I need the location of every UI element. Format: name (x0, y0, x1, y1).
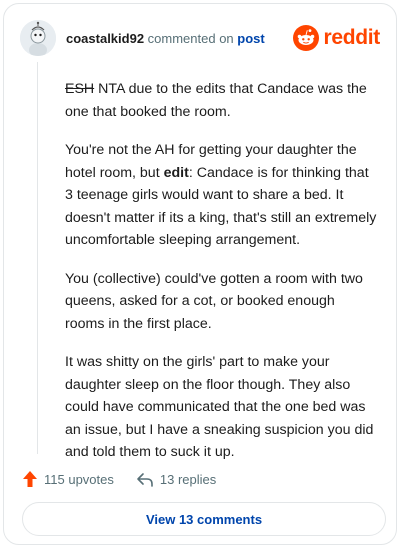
upvote-button[interactable]: 115 upvotes (22, 470, 114, 488)
username-link[interactable]: coastalkid92 (66, 31, 144, 46)
strikethrough-text: ESH (65, 81, 95, 97)
comment-paragraph-3: You (collective) could've gotten a room … (65, 270, 363, 332)
reply-arrow-icon (137, 473, 153, 487)
comment-meta: coastalkid92 commented on post (66, 31, 265, 46)
comment-paragraph-1: ESH NTA due to the edits that Candace wa… (65, 78, 377, 123)
comment-card: coastalkid92 commented on post reddit ES… (3, 3, 397, 545)
comment-footer: 115 upvotes 13 replies (22, 467, 216, 491)
reddit-snoo-icon (293, 25, 320, 51)
replies-button[interactable]: 13 replies (136, 471, 216, 487)
avatar-icon[interactable] (20, 20, 56, 56)
comment-body: ESH NTA due to the edits that Candace wa… (65, 78, 377, 480)
upvote-count: 115 upvotes (44, 471, 114, 487)
action-text: commented on (147, 30, 234, 46)
reddit-logo[interactable]: reddit (293, 25, 380, 51)
view-comments-button[interactable]: View 13 comments (22, 502, 386, 536)
upvote-arrow-icon (23, 471, 37, 487)
paragraph-text: NTA due to the edits that Candace was th… (65, 81, 367, 120)
thread-line (37, 62, 38, 454)
post-link[interactable]: post (237, 31, 264, 46)
comment-paragraph-4: It was shitty on the girls' part to make… (65, 354, 374, 460)
comment-header: coastalkid92 commented on post reddit (20, 18, 380, 58)
reply-count: 13 replies (159, 471, 217, 487)
reddit-wordmark: reddit (323, 26, 380, 49)
bold-text: edit (163, 164, 189, 181)
comment-paragraph-2: You're not the AH for getting your daugh… (65, 139, 377, 252)
